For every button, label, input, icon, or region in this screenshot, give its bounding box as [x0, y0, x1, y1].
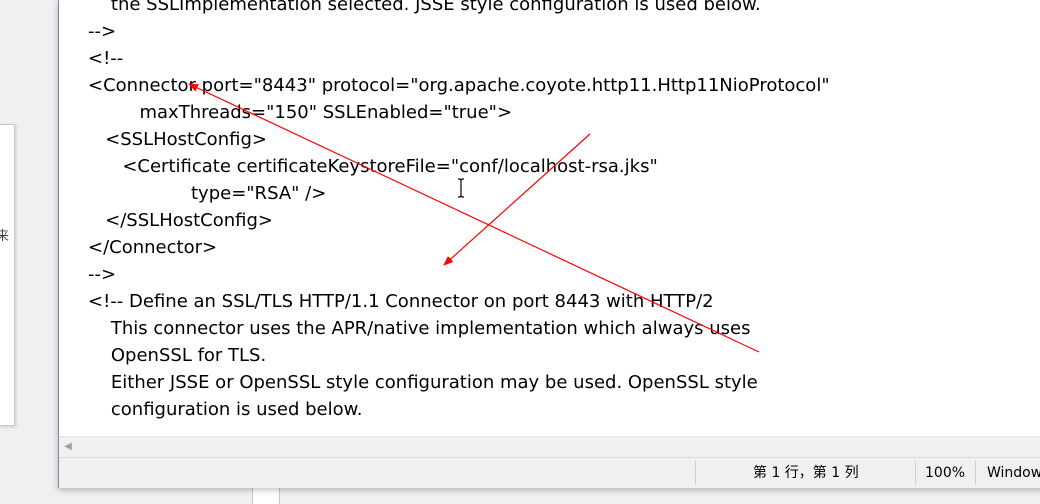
code-line: <!--	[88, 48, 124, 69]
text-cursor-icon	[458, 178, 464, 198]
scroll-left-arrow-icon[interactable]: ◀	[61, 440, 75, 454]
cursor-position: 第 1 行，第 1 列	[753, 465, 859, 481]
code-line: Either JSSE or OpenSSL style configurati…	[88, 372, 758, 393]
code-line: maxThreads="150" SSLEnabled="true">	[88, 102, 513, 123]
status-separator	[975, 461, 976, 485]
text-editor-area[interactable]: the SSLImplementation selected. JSSE sty…	[59, 0, 1040, 436]
zoom-level: 100%	[925, 465, 966, 481]
line-ending: Windows (CRLF)	[987, 465, 1040, 481]
code-line: </Connector>	[88, 237, 218, 258]
code-line: OpenSSL for TLS.	[88, 345, 267, 366]
background-window-bottom[interactable]	[252, 488, 280, 504]
status-bar: 第 1 行，第 1 列 100% Windows (CRLF)	[59, 457, 1040, 488]
code-line: </SSLHostConfig>	[88, 210, 274, 231]
code-text: the SSLImplementation selected. JSSE sty…	[88, 0, 830, 423]
code-line: -->	[88, 264, 117, 285]
code-line: <!-- Define an SSL/TLS HTTP/1.1 Connecto…	[88, 291, 714, 312]
code-line: <Connector port="8443" protocol="org.apa…	[88, 75, 830, 96]
code-line: <SSLHostConfig>	[88, 129, 267, 150]
code-line: configuration is used below.	[88, 399, 363, 420]
code-line: This connector uses the APR/native imple…	[88, 318, 751, 339]
code-line: -->	[88, 21, 117, 42]
status-separator	[915, 461, 916, 485]
code-line: the SSLImplementation selected. JSSE sty…	[88, 0, 761, 15]
notepad-window: the SSLImplementation selected. JSSE sty…	[58, 0, 1040, 488]
horizontal-scrollbar[interactable]: ◀	[59, 436, 1040, 457]
background-window[interactable]: 来	[0, 124, 15, 426]
background-window-glyph: 来	[0, 229, 10, 244]
code-line: <Certificate certificateKeystoreFile="co…	[88, 156, 658, 177]
desktop: 来 the SSLImplementation selected. JSSE s…	[0, 0, 1040, 504]
